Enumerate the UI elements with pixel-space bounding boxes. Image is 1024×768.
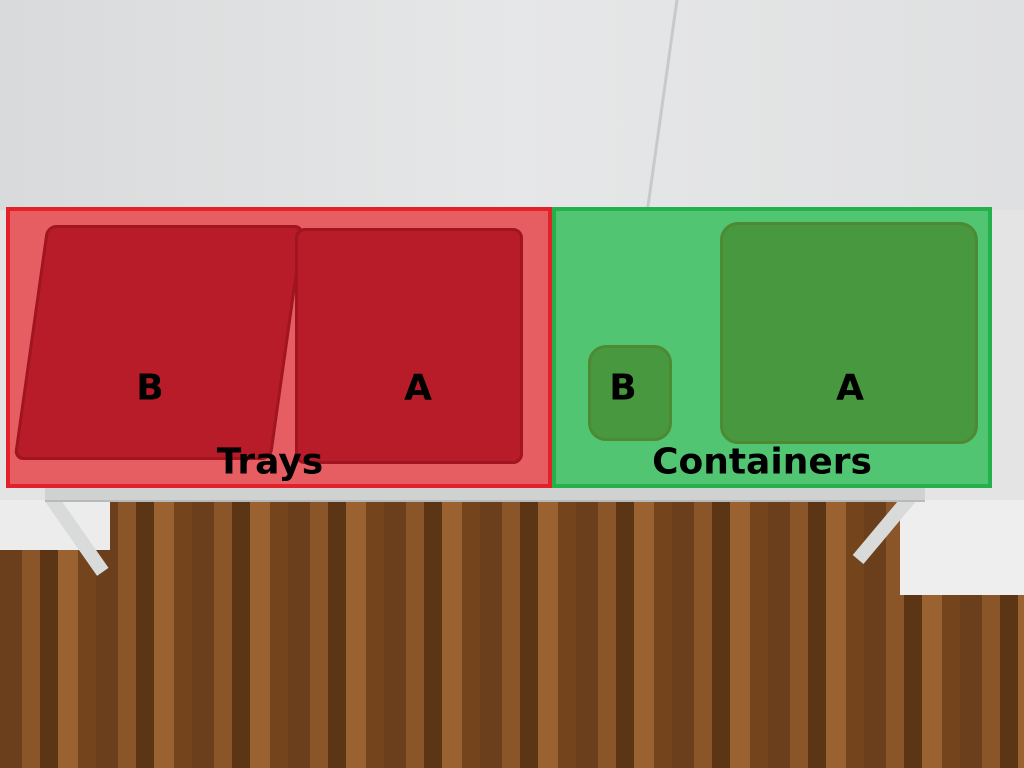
container-a-label: A <box>836 367 864 409</box>
trays-label: Trays <box>216 441 324 483</box>
containers-label: Containers <box>652 441 872 483</box>
table-rail <box>45 488 925 502</box>
wall <box>0 0 1024 230</box>
tray-a <box>295 228 523 464</box>
container-a <box>720 222 978 444</box>
tray-b-label: B <box>136 367 164 409</box>
tray-a-label: A <box>404 367 432 409</box>
tray-b <box>13 225 305 460</box>
container-b-label: B <box>609 367 637 409</box>
